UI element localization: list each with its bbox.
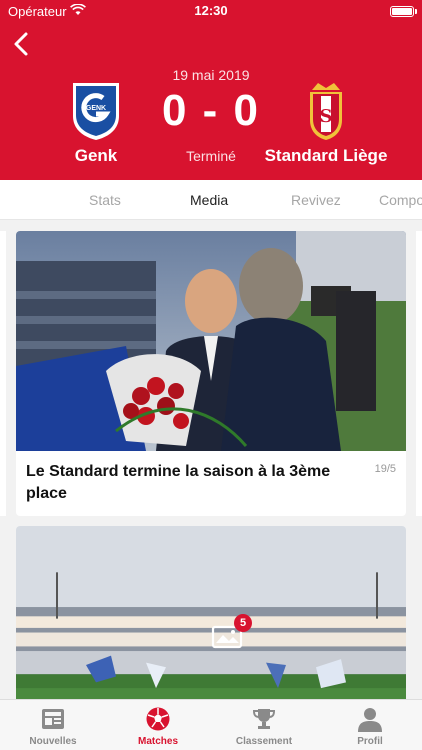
user-icon xyxy=(358,708,382,732)
celebration-photo xyxy=(16,231,406,451)
soccer-ball-icon xyxy=(146,707,170,731)
tabbar-label: Classement xyxy=(235,736,293,747)
away-team-name: Standard Liège xyxy=(264,146,388,165)
match-header: Opérateur 12:30 19 mai 2019 GENK 0 - 0 S… xyxy=(0,0,422,180)
next-card-peek xyxy=(416,231,422,516)
tab-media[interactable]: Media xyxy=(190,192,228,208)
score: 0 - 0 xyxy=(161,86,261,135)
trophy-icon xyxy=(252,709,276,729)
back-button[interactable] xyxy=(10,30,32,58)
news-icon xyxy=(42,709,64,729)
tabbar-label: Profil xyxy=(357,736,383,747)
media-feed[interactable]: Le Standard termine la saison à la 3ème … xyxy=(0,221,422,699)
tabbar-profil[interactable]: Profil xyxy=(318,700,422,750)
tabbar-nouvelles[interactable]: Nouvelles xyxy=(0,700,106,750)
gallery-card[interactable]: 5 xyxy=(16,526,406,699)
standard-liege-logo[interactable]: S xyxy=(306,80,346,142)
match-tabs: Stats Media Revivez Compo xyxy=(0,180,422,220)
prev-card-peek xyxy=(0,231,6,516)
bottom-tab-bar: Nouvelles Matches Classement Profil xyxy=(0,699,422,750)
news-title[interactable]: Le Standard termine la saison à la 3ème … xyxy=(26,461,356,505)
status-bar: Opérateur 12:30 xyxy=(0,0,422,22)
news-card[interactable]: Le Standard termine la saison à la 3ème … xyxy=(16,231,406,516)
svg-text:S: S xyxy=(320,106,333,127)
tabbar-classement[interactable]: Classement xyxy=(210,700,318,750)
tab-stats[interactable]: Stats xyxy=(89,192,121,208)
tabbar-matches[interactable]: Matches xyxy=(106,700,210,750)
tab-compo[interactable]: Compo xyxy=(379,192,422,208)
gallery-count-badge: 5 xyxy=(234,614,252,632)
tab-revivez[interactable]: Revivez xyxy=(291,192,341,208)
match-date: 19 mai 2019 xyxy=(172,67,250,83)
stadium-photo xyxy=(16,526,406,699)
clock: 12:30 xyxy=(194,3,228,18)
news-date: 19/5 xyxy=(374,463,396,475)
battery-icon xyxy=(390,6,417,17)
tabbar-label: Matches xyxy=(137,736,178,747)
tabbar-label: Nouvelles xyxy=(29,736,77,747)
